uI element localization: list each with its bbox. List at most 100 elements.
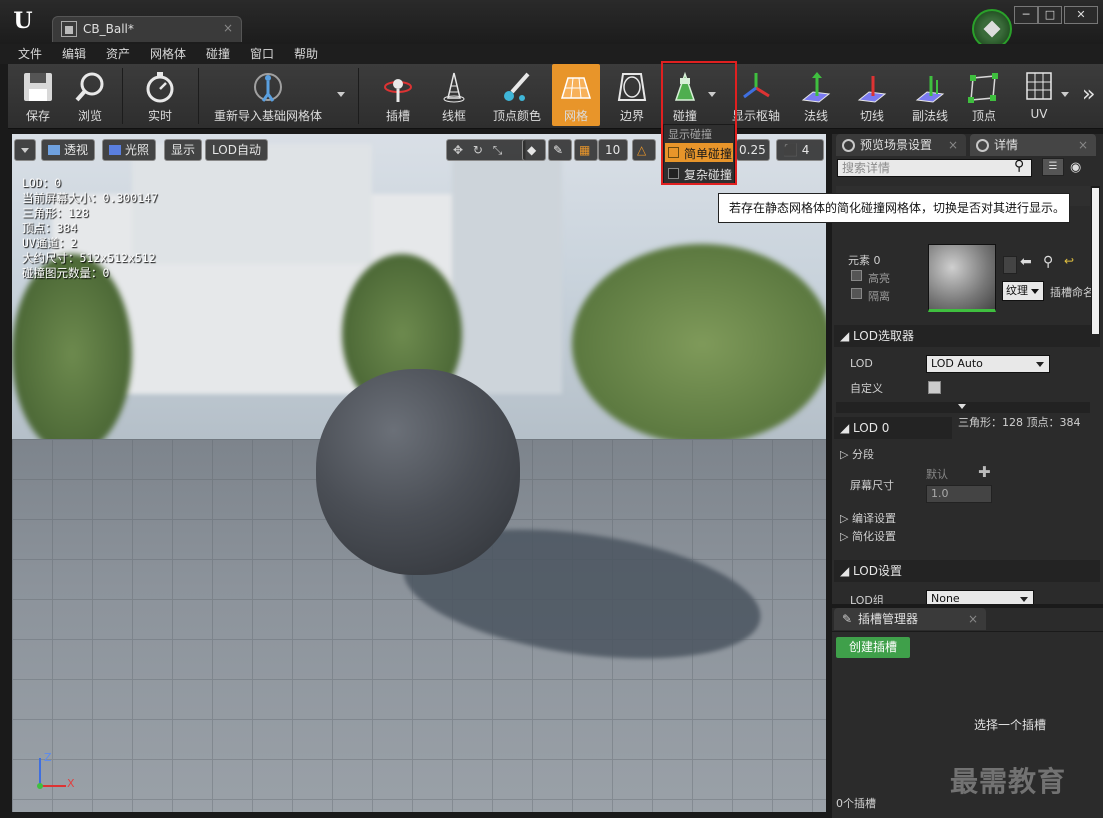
asset-tab[interactable]: CB_Ball* ×: [52, 16, 242, 42]
tab-close-icon[interactable]: ×: [948, 134, 958, 156]
menu-mesh[interactable]: 网格体: [150, 45, 186, 62]
binormals-button[interactable]: 副法线: [902, 64, 958, 126]
menu-edit[interactable]: 编辑: [62, 45, 86, 62]
screen-size-field[interactable]: 1.0: [926, 485, 992, 503]
rotate-icon[interactable]: ↻: [473, 143, 483, 157]
grid-snap-toggle[interactable]: ▦: [574, 139, 598, 161]
realtime-button[interactable]: 实时: [134, 64, 186, 126]
eye-icon[interactable]: ◉: [1070, 160, 1081, 175]
stat-screen-size: 当前屏幕大小：0.300147: [22, 191, 158, 205]
use-selected-arrow-icon[interactable]: ⬅: [1020, 254, 1032, 270]
perspective-label: 透视: [64, 143, 89, 157]
lod0-section[interactable]: ◢ LOD 0: [834, 417, 952, 439]
reset-icon[interactable]: ↩: [1064, 254, 1074, 268]
vertices-icon: [968, 73, 998, 103]
camera-icon: ⬛: [783, 143, 798, 157]
tab-details[interactable]: 详情 ×: [970, 134, 1096, 156]
lod-group-dropdown[interactable]: None: [926, 590, 1034, 604]
menu-collision[interactable]: 碰撞: [206, 45, 230, 62]
highlight-checkbox[interactable]: [851, 270, 862, 281]
socket-button[interactable]: 插槽: [372, 64, 424, 126]
uv-button[interactable]: UV: [1014, 64, 1064, 126]
view-options-icon[interactable]: ☰: [1042, 158, 1064, 176]
show-pivot-button[interactable]: 显示枢轴: [730, 64, 782, 126]
lod-dropdown[interactable]: LOD Auto: [926, 355, 1050, 373]
reduction-settings-expander[interactable]: ▷ 简化设置: [840, 528, 896, 544]
menu-asset[interactable]: 资产: [106, 45, 130, 62]
sections-expander[interactable]: ▷ 分段: [840, 446, 874, 462]
scale-snap-value[interactable]: 0.25: [736, 139, 770, 161]
normals-button[interactable]: 法线: [790, 64, 842, 126]
wireframe-icon: [443, 72, 465, 103]
lod-settings-section[interactable]: ◢ LOD设置: [834, 560, 1100, 582]
save-button[interactable]: 保存: [12, 64, 64, 126]
background-building: [452, 154, 562, 394]
source-control-icon[interactable]: [972, 9, 1012, 49]
mesh-button[interactable]: 网格: [552, 64, 600, 126]
menu-file[interactable]: 文件: [18, 45, 42, 62]
viewport-options-button[interactable]: [14, 139, 36, 161]
rotation-snap-toggle[interactable]: △: [632, 139, 656, 161]
custom-checkbox[interactable]: [928, 381, 941, 394]
tab-close-icon[interactable]: ×: [223, 21, 233, 35]
axis-x-label: X: [67, 777, 75, 790]
select-socket-prompt: 选择一个插槽: [974, 718, 1047, 732]
search-icon[interactable]: ⚲: [1014, 158, 1024, 174]
viewport[interactable]: 透视 光照 显示 LOD自动 ✥ ↻ ⤡ ◆ ✎ ▦ 10 △ 0.25 ⬛ 4…: [12, 134, 826, 812]
lod-picker-section[interactable]: ◢ LOD选取器: [834, 325, 1100, 347]
material-thumbnail[interactable]: [928, 244, 996, 312]
uv-dropdown-icon[interactable]: [1061, 92, 1069, 97]
menu-window[interactable]: 窗口: [250, 45, 274, 62]
bounds-button[interactable]: 边界: [606, 64, 658, 126]
tab-socket-manager[interactable]: ✎ 插槽管理器 ×: [834, 608, 986, 630]
maximize-button[interactable]: □: [1038, 6, 1062, 24]
surface-snap-button[interactable]: ✎: [548, 139, 572, 161]
vertices-button[interactable]: 顶点: [960, 64, 1008, 126]
snap-icon: ✎: [553, 143, 564, 157]
texture-dropdown[interactable]: 纹理: [1002, 281, 1044, 301]
reimport-button[interactable]: 重新导入基础网格体: [208, 64, 328, 126]
details-search-input[interactable]: 搜索详情: [837, 159, 1032, 177]
material-combo-arrow[interactable]: [1003, 256, 1017, 274]
add-icon[interactable]: ✚: [978, 463, 991, 481]
browse-asset-icon[interactable]: ⚲: [1043, 254, 1053, 270]
ball-mesh[interactable]: [316, 369, 520, 575]
wireframe-button[interactable]: 线框: [428, 64, 480, 126]
bounds-icon: [617, 73, 647, 101]
lod0-title: LOD 0: [853, 421, 890, 435]
lod-group-value: None: [931, 592, 960, 604]
isolate-checkbox[interactable]: [851, 288, 862, 299]
scale-icon[interactable]: ⤡: [493, 143, 503, 157]
expand-strip[interactable]: [836, 402, 1090, 413]
tab-details-label: 详情: [994, 138, 1019, 152]
vertices-label: 顶点: [971, 109, 996, 123]
grid-snap-value[interactable]: 10: [598, 139, 628, 161]
toolbar-overflow-icon[interactable]: »: [1082, 82, 1095, 107]
reimport-dropdown-icon[interactable]: [337, 92, 345, 97]
unreal-logo-icon[interactable]: U: [8, 6, 38, 36]
details-scrollbar-thumb[interactable]: [1092, 188, 1099, 334]
move-icon[interactable]: ✥: [453, 143, 463, 157]
tab-preview-scene-settings[interactable]: 预览场景设置 ×: [836, 134, 966, 156]
perspective-button[interactable]: 透视: [41, 139, 96, 161]
tab-close-icon[interactable]: ×: [1078, 134, 1088, 156]
build-settings-expander[interactable]: ▷ 编译设置: [840, 510, 896, 526]
world-local-button[interactable]: ◆: [522, 139, 546, 161]
minimize-button[interactable]: ─: [1014, 6, 1038, 24]
camera-speed-button[interactable]: ⬛ 4: [776, 139, 824, 161]
vertex-color-button[interactable]: 顶点颜色: [486, 64, 548, 126]
browse-button[interactable]: 浏览: [64, 64, 116, 126]
perspective-icon: [48, 145, 60, 155]
menu-help[interactable]: 帮助: [294, 45, 318, 62]
close-window-button[interactable]: ✕: [1064, 6, 1098, 24]
screen-size-label: 屏幕尺寸: [850, 479, 894, 492]
lod-auto-button[interactable]: LOD自动: [205, 139, 268, 161]
wrench-icon: ✎: [842, 612, 853, 626]
tab-close-icon[interactable]: ×: [968, 608, 978, 630]
transform-tools-group[interactable]: ✥ ↻ ⤡: [446, 139, 526, 161]
show-button[interactable]: 显示: [164, 139, 203, 161]
lit-button[interactable]: 光照: [102, 139, 157, 161]
asset-tab-label: CB_Ball*: [83, 22, 134, 36]
create-socket-button[interactable]: 创建插槽: [836, 637, 910, 658]
tangents-button[interactable]: 切线: [846, 64, 898, 126]
